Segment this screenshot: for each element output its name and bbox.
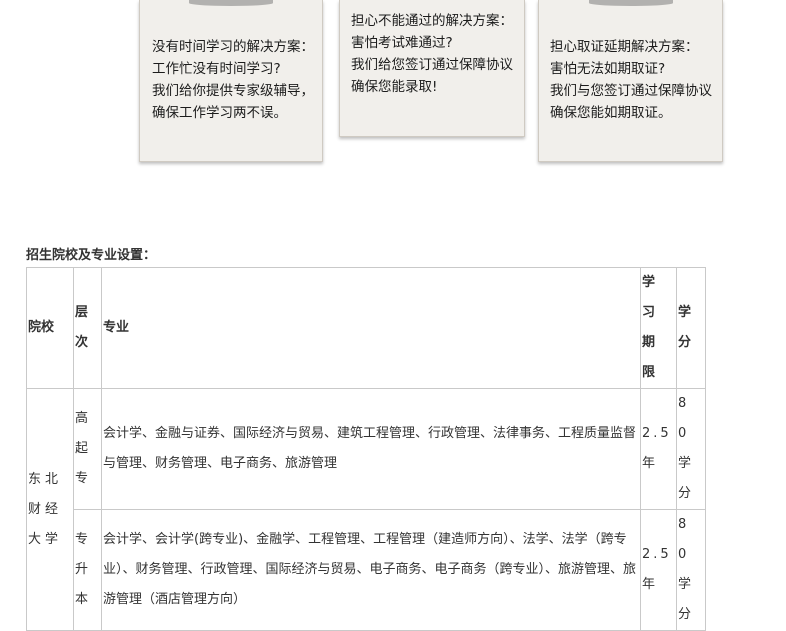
header-level: 层次 xyxy=(73,267,102,389)
card-line: 确保您能如期取证。 xyxy=(550,105,672,121)
card-top-decoration xyxy=(588,0,673,6)
card-title: 担心不能通过的解决方案： xyxy=(351,13,513,29)
duration-text: 2.5年 xyxy=(642,426,672,471)
header-level-text: 层次 xyxy=(75,305,89,350)
header-school: 院校 xyxy=(26,267,74,389)
section-title: 招生院校及专业设置： xyxy=(26,248,157,263)
card-title: 担心取证延期解决方案： xyxy=(550,39,699,55)
header-major: 专业 xyxy=(101,267,641,389)
credits-cell: 80学分 xyxy=(676,388,706,510)
level-cell: 高起专 xyxy=(73,388,102,510)
majors-table: 院校 层次 专业 学习期限 学分 东北财经大学 高起专 会计学、金融与证券、国际… xyxy=(26,267,706,631)
school-name: 东北财经大学 xyxy=(28,471,63,547)
card-line: 确保工作学习两不误。 xyxy=(152,105,287,121)
level-text: 专升本 xyxy=(75,532,89,607)
card-line: 工作忙没有时间学习? xyxy=(152,61,281,77)
duration-cell: 2.5年 xyxy=(640,388,677,510)
header-duration-text: 学习期限 xyxy=(642,275,659,380)
solution-card-certificate-delay: 担心取证延期解决方案： 害怕无法如期取证? 我们与您签订通过保障协议 确保您能如… xyxy=(538,0,723,162)
card-title: 没有时间学习的解决方案： xyxy=(152,39,314,55)
card-top-decoration xyxy=(189,0,273,6)
credits-cell: 80学分 xyxy=(676,509,706,631)
school-cell: 东北财经大学 xyxy=(26,388,74,631)
header-duration: 学习期限 xyxy=(640,267,677,389)
header-credits-text: 学分 xyxy=(678,305,692,350)
credits-text: 80学分 xyxy=(678,517,692,622)
solution-card-no-time: 没有时间学习的解决方案： 工作忙没有时间学习? 我们给你提供专家级辅导， 确保工… xyxy=(139,0,323,162)
card-line: 我们与您签订通过保障协议 xyxy=(550,83,712,99)
level-text: 高起专 xyxy=(75,411,89,486)
table-header-row: 院校 层次 专业 学习期限 学分 xyxy=(26,267,706,389)
duration-cell: 2.5年 xyxy=(640,509,677,631)
solution-card-exam-pass: 担心不能通过的解决方案： 害怕考试难通过? 我们给您签订通过保障协议 确保您能录… xyxy=(339,0,525,137)
card-line: 害怕无法如期取证? xyxy=(550,61,666,77)
card-line: 确保您能录取! xyxy=(351,79,438,95)
header-credits: 学分 xyxy=(676,267,706,389)
level-cell: 专升本 xyxy=(73,509,102,631)
majors-cell: 会计学、金融与证券、国际经济与贸易、建筑工程管理、行政管理、法律事务、工程质量监… xyxy=(101,388,641,510)
card-line: 害怕考试难通过? xyxy=(351,35,453,51)
credits-text: 80学分 xyxy=(678,396,692,501)
table-row: 东北财经大学 高起专 会计学、金融与证券、国际经济与贸易、建筑工程管理、行政管理… xyxy=(26,388,706,631)
card-line: 我们给您签订通过保障协议 xyxy=(351,57,513,73)
card-line: 我们给你提供专家级辅导， xyxy=(152,83,314,99)
table-row: 专升本 会计学、会计学(跨专业)、金融学、工程管理、工程管理（建造师方向）、法学… xyxy=(27,509,706,631)
duration-text: 2.5年 xyxy=(642,547,672,592)
majors-cell: 会计学、会计学(跨专业)、金融学、工程管理、工程管理（建造师方向）、法学、法学（… xyxy=(101,509,641,631)
